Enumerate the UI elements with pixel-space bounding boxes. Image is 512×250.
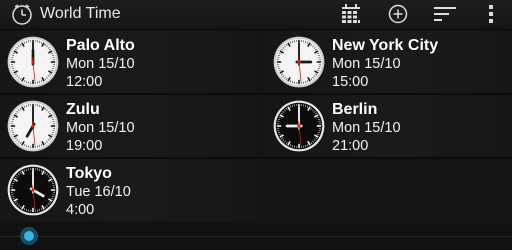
add-button[interactable] [386,2,410,26]
plus-circle-icon [388,4,408,24]
analog-clock-icon [7,164,59,216]
city-name: Zulu [66,101,100,118]
city-name: New York City [332,37,439,54]
sort-icon [434,7,456,21]
clock-item-palo-alto[interactable]: Palo Alto Mon 15/10 12:00 [0,31,256,93]
clock-grid: Palo Alto Mon 15/10 12:00 New York City … [0,31,512,223]
analog-clock-icon [7,36,59,88]
more-vert-icon [489,5,493,23]
calendar-grid-button[interactable] [339,2,363,26]
date-label: Mon 15/10 [332,120,401,136]
sort-button[interactable] [433,2,457,26]
time-label: 12:00 [66,74,103,90]
date-label: Mon 15/10 [66,120,135,136]
clock-item-berlin[interactable]: Berlin Mon 15/10 21:00 [266,95,512,157]
bottom-bar [0,223,512,250]
time-label: 4:00 [66,202,95,218]
time-label: 21:00 [332,138,369,154]
clock-item-zulu[interactable]: Zulu Mon 15/10 19:00 [0,95,256,157]
clock-icon[interactable] [10,2,34,26]
date-label: Tue 16/10 [66,184,131,200]
city-name: Tokyo [66,165,112,182]
scroll-track [0,236,512,237]
calendar-grid-icon [342,4,360,23]
overflow-menu-button[interactable] [479,2,503,26]
time-label: 15:00 [332,74,369,90]
city-name: Palo Alto [66,37,135,54]
date-label: Mon 15/10 [332,56,401,72]
clock-item-tokyo[interactable]: Tokyo Tue 16/10 4:00 [0,159,256,221]
date-label: Mon 15/10 [66,56,135,72]
action-bar: World Time [0,0,512,30]
scroll-handle[interactable] [19,226,39,246]
city-name: Berlin [332,101,378,118]
analog-clock-icon [273,36,325,88]
time-label: 19:00 [66,138,103,154]
app-title: World Time [40,5,121,22]
analog-clock-icon [7,100,59,152]
analog-clock-icon [273,100,325,152]
clock-item-new-york-city[interactable]: New York City Mon 15/10 15:00 [266,31,512,93]
